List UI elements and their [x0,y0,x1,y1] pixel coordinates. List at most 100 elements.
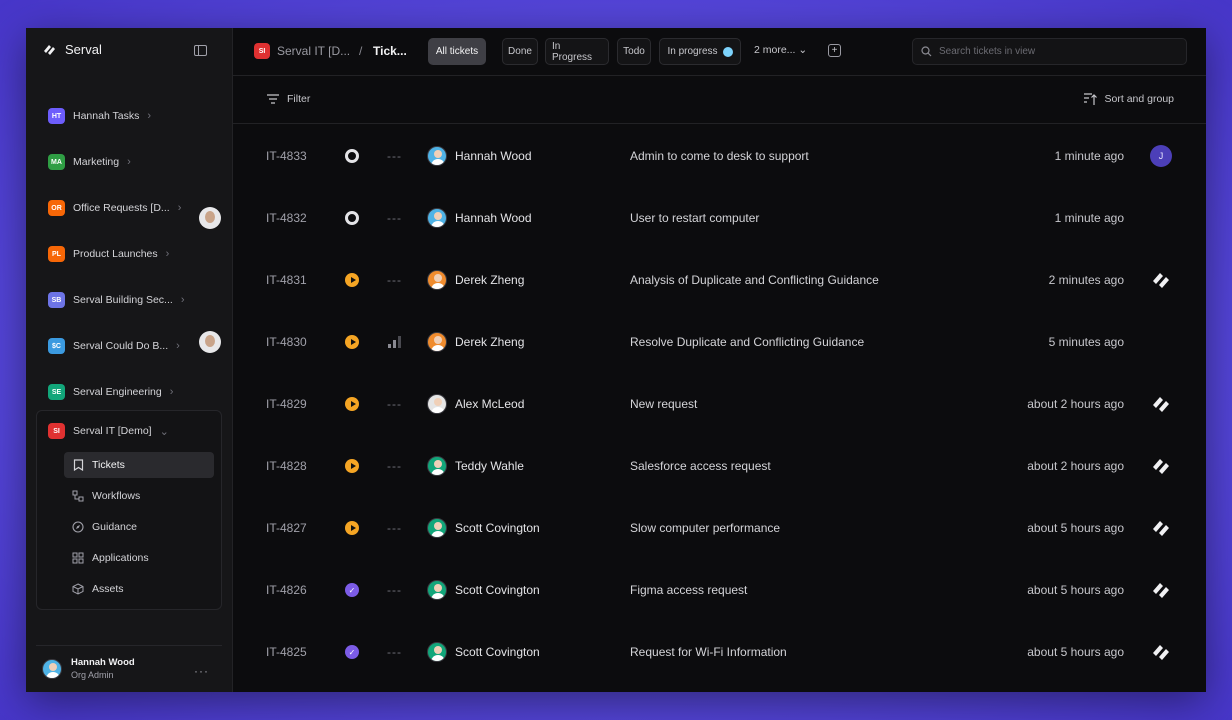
todo-status-icon[interactable] [345,211,359,225]
more-views-dropdown[interactable]: 2 more... ⌄ [754,44,807,56]
no-priority-icon[interactable]: --- [387,397,402,411]
table-row[interactable]: IT-4830 Derek Zheng Resolve Duplicate and … [199,311,1206,373]
sidebar-team-serval-it[interactable]: SI Serval IT [Demo] ⌄ [48,423,169,439]
sidebar-team-item[interactable]: HT Hannah Tasks › [48,108,151,124]
sidebar-item-assets[interactable]: Assets [64,576,214,602]
sidebar-item-tickets[interactable]: Tickets [64,452,214,478]
no-priority-icon[interactable]: --- [387,149,402,163]
sidebar-item-applications[interactable]: Applications [64,545,214,571]
serval-logo-icon[interactable] [1150,579,1172,601]
view-done[interactable]: Done [502,38,538,65]
ticket-id[interactable]: IT-4831 [266,273,307,287]
table-row[interactable]: IT-4825 ✓ --- Scott Covington Request for Wi… [233,621,1206,683]
assignee-name: Alex McLeod [455,397,525,411]
sidebar-team-item[interactable]: $C Serval Could Do B... › [48,338,180,354]
view-all-tickets[interactable]: All tickets [428,38,486,65]
ticket-id[interactable]: IT-4830 [266,335,307,349]
sidebar-team-item[interactable]: SE Serval Engineering › [48,384,173,400]
in-progress-status-icon[interactable] [345,521,359,535]
table-row[interactable]: IT-4828 --- Teddy Wahle Salesforce access r… [233,435,1206,497]
ticket-id[interactable]: IT-4833 [266,149,307,163]
assignee[interactable]: Derek Zheng [427,332,524,352]
sidebar-item-guidance[interactable]: Guidance [64,514,214,540]
ticket-title[interactable]: Salesforce access request [630,459,771,473]
assignee[interactable]: Scott Covington [427,518,540,538]
priority-bars-icon[interactable] [388,336,401,348]
in-progress-status-icon[interactable] [345,459,359,473]
requester-avatar[interactable] [199,207,221,229]
ticket-title[interactable]: Request for Wi-Fi Information [630,645,787,659]
ticket-id[interactable]: IT-4825 [266,645,307,659]
assignee-name: Teddy Wahle [455,459,524,473]
no-priority-icon[interactable]: --- [387,273,402,287]
no-priority-icon[interactable]: --- [387,645,402,659]
ticket-title[interactable]: Resolve Duplicate and Conflicting Guidan… [630,335,864,349]
table-row[interactable]: IT-4827 --- Scott Covington Slow computer p… [233,497,1206,559]
view-todo[interactable]: Todo [617,38,651,65]
search-box[interactable] [912,38,1187,65]
serval-logo-icon[interactable] [1150,641,1172,663]
in-progress-status-icon[interactable] [345,335,359,349]
ticket-title[interactable]: Slow computer performance [630,521,780,535]
assignee[interactable]: Scott Covington [427,580,540,600]
no-priority-icon[interactable]: --- [387,459,402,473]
sidebar-item-workflows[interactable]: Workflows [64,483,214,509]
done-status-icon[interactable]: ✓ [345,583,359,597]
assignee[interactable]: Teddy Wahle [427,456,524,476]
done-status-icon[interactable]: ✓ [345,645,359,659]
assignee[interactable]: Alex McLeod [427,394,524,414]
table-row[interactable]: IT-4831 --- Derek Zheng Analysis of Duplica… [233,249,1206,311]
ticket-title[interactable]: Admin to come to desk to support [630,149,809,163]
serval-logo-icon[interactable] [1150,393,1172,415]
add-view-icon[interactable]: + [828,44,841,57]
ticket-id[interactable]: IT-4829 [266,397,307,411]
workflows-icon [72,490,84,502]
user-name: Hannah Wood [71,657,135,668]
ticket-id[interactable]: IT-4828 [266,459,307,473]
in-progress-status-icon[interactable] [345,273,359,287]
sidebar-team-item[interactable]: MA Marketing › [48,154,131,170]
ticket-title[interactable]: New request [630,397,697,411]
no-priority-icon[interactable]: --- [387,583,402,597]
assignee[interactable]: Derek Zheng [427,270,524,290]
table-row[interactable]: IT-4833 --- Hannah Wood Admin to come to de… [233,125,1206,187]
table-row[interactable]: IT-4832 --- Hannah Wood User to restart com… [199,187,1206,249]
user-profile[interactable]: Hannah Wood Org Admin [42,657,135,680]
sidebar-team-item[interactable]: OR Office Requests [D... › [48,200,181,216]
updated-time: about 5 hours ago [1027,583,1124,597]
table-row[interactable]: IT-4826 ✓ --- Scott Covington Figma access r… [233,559,1206,621]
no-priority-icon[interactable]: --- [387,211,402,225]
assignee[interactable]: Scott Covington [427,642,540,662]
ticket-id[interactable]: IT-4827 [266,521,307,535]
ticket-title[interactable]: Analysis of Duplicate and Conflicting Gu… [630,273,879,287]
brand[interactable]: Serval [41,42,102,57]
breadcrumb-page[interactable]: Tick... [373,44,407,58]
filter-button[interactable]: Filter [267,93,310,105]
ticket-title[interactable]: Figma access request [630,583,747,597]
requester-avatar[interactable]: J [1150,145,1172,167]
ticket-id[interactable]: IT-4826 [266,583,307,597]
no-priority-icon[interactable]: --- [387,521,402,535]
ticket-title[interactable]: User to restart computer [630,211,759,225]
sort-and-group-button[interactable]: Sort and group [1083,92,1174,106]
avatar [427,456,447,476]
assignee[interactable]: Hannah Wood [427,208,532,228]
sidebar-team-item[interactable]: SB Serval Building Sec... › [48,292,184,308]
in-progress-status-icon[interactable] [345,397,359,411]
sidebar-team-item[interactable]: PL Product Launches › [48,246,169,262]
todo-status-icon[interactable] [345,149,359,163]
team-label: Serval Building Sec... [73,294,173,306]
assignee[interactable]: Hannah Wood [427,146,532,166]
ticket-id[interactable]: IT-4832 [266,211,307,225]
serval-logo-icon[interactable] [1150,517,1172,539]
serval-logo-icon[interactable] [1150,455,1172,477]
view-in-progress[interactable]: In Progress [545,38,609,65]
breadcrumb-team[interactable]: Serval IT [D... [277,44,350,58]
requester-avatar[interactable] [199,331,221,353]
search-input[interactable] [939,46,1169,57]
serval-logo-icon[interactable] [1150,269,1172,291]
view-in-progress-mine[interactable]: In progress [659,38,741,65]
collapse-sidebar-icon[interactable] [194,45,207,56]
more-options-icon[interactable]: ··· [194,664,209,678]
table-row[interactable]: IT-4829 --- Alex McLeod New request about 2 … [233,373,1206,435]
